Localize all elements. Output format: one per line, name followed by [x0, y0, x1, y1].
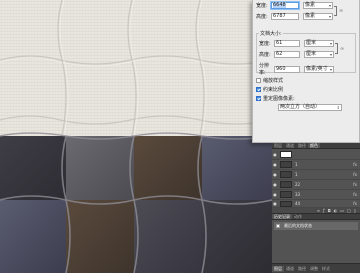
constrain-proportions-checkbox[interactable]: 约束比例	[256, 86, 283, 93]
pixel-width-unit-select[interactable]: 像素 ▾	[303, 2, 333, 9]
eye-icon[interactable]: ●	[272, 152, 278, 157]
resample-checkbox[interactable]: 重定图像像素:	[256, 95, 295, 102]
layer-row[interactable]: ● 44 fx	[272, 200, 360, 208]
pixel-height-input[interactable]: 6787	[271, 13, 299, 20]
link-chain-icon: ∞	[340, 46, 345, 52]
layer-name: 44	[295, 201, 301, 206]
layer-thumbnail	[280, 181, 292, 188]
pixel-width-input[interactable]: 6648	[271, 2, 299, 9]
scale-styles-checkbox[interactable]: 缩放样式	[256, 77, 283, 84]
pixel-height-unit-select[interactable]: 像素 ▾	[303, 13, 333, 20]
history-item[interactable]: 最后的文档状态	[274, 222, 358, 230]
chevron-down-icon: ▾	[329, 52, 332, 57]
tab-color[interactable]: 颜色	[308, 143, 320, 148]
pixel-width-row: 宽度: 6648 像素 ▾	[256, 2, 333, 9]
eye-icon[interactable]: ●	[272, 192, 278, 197]
layer-name: 1	[295, 162, 298, 167]
chevron-down-icon: ▾	[329, 41, 332, 46]
history-panel-tabs: 历史记录 动作	[272, 214, 360, 220]
tab-channels[interactable]: 通道	[284, 143, 296, 148]
layer-row[interactable]: ● 1 fx	[272, 160, 360, 170]
doc-height-unit-select[interactable]: 厘米 ▾	[304, 51, 334, 58]
pixel-height-row: 高度: 6787 像素 ▾	[256, 13, 333, 20]
checkbox-box[interactable]	[256, 78, 261, 83]
tab-paths-bottom[interactable]: 路径	[296, 266, 308, 272]
resample-label: 重定图像像素:	[263, 96, 295, 102]
chevron-down-icon: ▾	[328, 3, 331, 8]
history-snapshot-icon	[276, 224, 280, 228]
tab-adjustments-bottom[interactable]: 调整	[308, 266, 320, 272]
document-size-title: 文档大小:	[259, 30, 283, 37]
constrain-proportions-label: 约束比例	[263, 87, 284, 93]
layer-thumbnail	[280, 200, 292, 207]
layer-fx-badge[interactable]: fx	[353, 192, 357, 197]
layer-thumbnail	[280, 171, 292, 178]
document-canvas[interactable]	[0, 0, 272, 273]
image-size-dialog: 宽度: 6648 像素 ▾ 高度: 6787 像素 ▾ ∞ 文档大小: 宽度: 61…	[252, 0, 360, 143]
layer-name: 22	[295, 182, 301, 187]
checkbox-box[interactable]	[256, 96, 261, 101]
layer-name: 1	[295, 172, 298, 177]
layer-thumbnail	[280, 161, 292, 168]
eye-icon[interactable]: ●	[272, 172, 278, 177]
doc-height-row: 高度: 62 厘米 ▾	[259, 51, 334, 58]
layer-row[interactable]: ● 1 fx	[272, 170, 360, 180]
layers-panel-tabs: 图层 通道 路径 颜色	[272, 143, 360, 149]
chevron-down-icon: ▾	[329, 66, 332, 72]
tab-layers[interactable]: 图层	[272, 143, 284, 148]
eye-icon[interactable]: ●	[272, 201, 278, 206]
doc-link-bracket	[335, 43, 338, 54]
doc-width-row: 宽度: 61 厘米 ▾	[259, 40, 334, 47]
history-item-label: 最后的文档状态	[284, 223, 312, 228]
pixel-width-label: 宽度:	[256, 3, 268, 9]
tab-layers-bottom[interactable]: 图层	[272, 265, 284, 272]
tab-styles-bottom[interactable]: 样式	[320, 266, 332, 272]
bottom-panel-tabs: 图层 通道 路径 调整 样式	[272, 263, 360, 273]
layer-row[interactable]: ● 22 fx	[272, 180, 360, 190]
eye-icon[interactable]: ●	[272, 182, 278, 187]
resolution-unit-select[interactable]: 像素/英寸 ▾	[304, 65, 334, 73]
resolution-row: 分辨率: 960 像素/英寸 ▾	[259, 62, 334, 76]
layer-fx-badge[interactable]: fx	[353, 201, 357, 206]
chevron-down-icon: ▾	[328, 14, 331, 19]
layer-fx-badge[interactable]: fx	[353, 182, 357, 187]
layer-name: 33	[295, 192, 301, 197]
pixel-link-bracket	[334, 6, 337, 16]
resample-method-select[interactable]: 两次立方（自动） ⇕	[278, 104, 342, 111]
doc-width-label: 宽度:	[259, 41, 271, 47]
layer-row[interactable]: ● 33 fx	[272, 190, 360, 200]
layer-thumbnail	[280, 191, 292, 198]
checkbox-box[interactable]	[256, 87, 261, 92]
resolution-input[interactable]: 960	[274, 65, 300, 73]
link-chain-icon: ∞	[339, 8, 344, 14]
layer-fx-badge[interactable]: fx	[353, 162, 357, 167]
tab-history[interactable]: 历史记录	[272, 214, 292, 219]
tab-paths[interactable]: 路径	[296, 143, 308, 148]
resolution-label: 分辨率:	[259, 63, 270, 76]
pixel-height-label: 高度:	[256, 14, 268, 20]
doc-width-input[interactable]: 61	[274, 40, 300, 47]
layer-row[interactable]: ●	[272, 150, 360, 160]
eye-icon[interactable]: ●	[272, 162, 278, 167]
woven-tile-pattern	[0, 0, 272, 273]
doc-height-label: 高度:	[259, 52, 271, 58]
tab-channels-bottom[interactable]: 通道	[284, 266, 296, 272]
layer-fx-badge[interactable]: fx	[353, 172, 357, 177]
layer-thumbnail	[280, 151, 292, 158]
tab-actions[interactable]: 动作	[292, 214, 304, 219]
doc-height-input[interactable]: 62	[274, 51, 300, 58]
doc-width-unit-select[interactable]: 厘米 ▾	[304, 40, 334, 47]
chevron-updown-icon: ⇕	[336, 105, 340, 110]
scale-styles-label: 缩放样式	[263, 78, 284, 84]
history-panel: 历史记录 动作 最后的文档状态	[272, 213, 360, 263]
